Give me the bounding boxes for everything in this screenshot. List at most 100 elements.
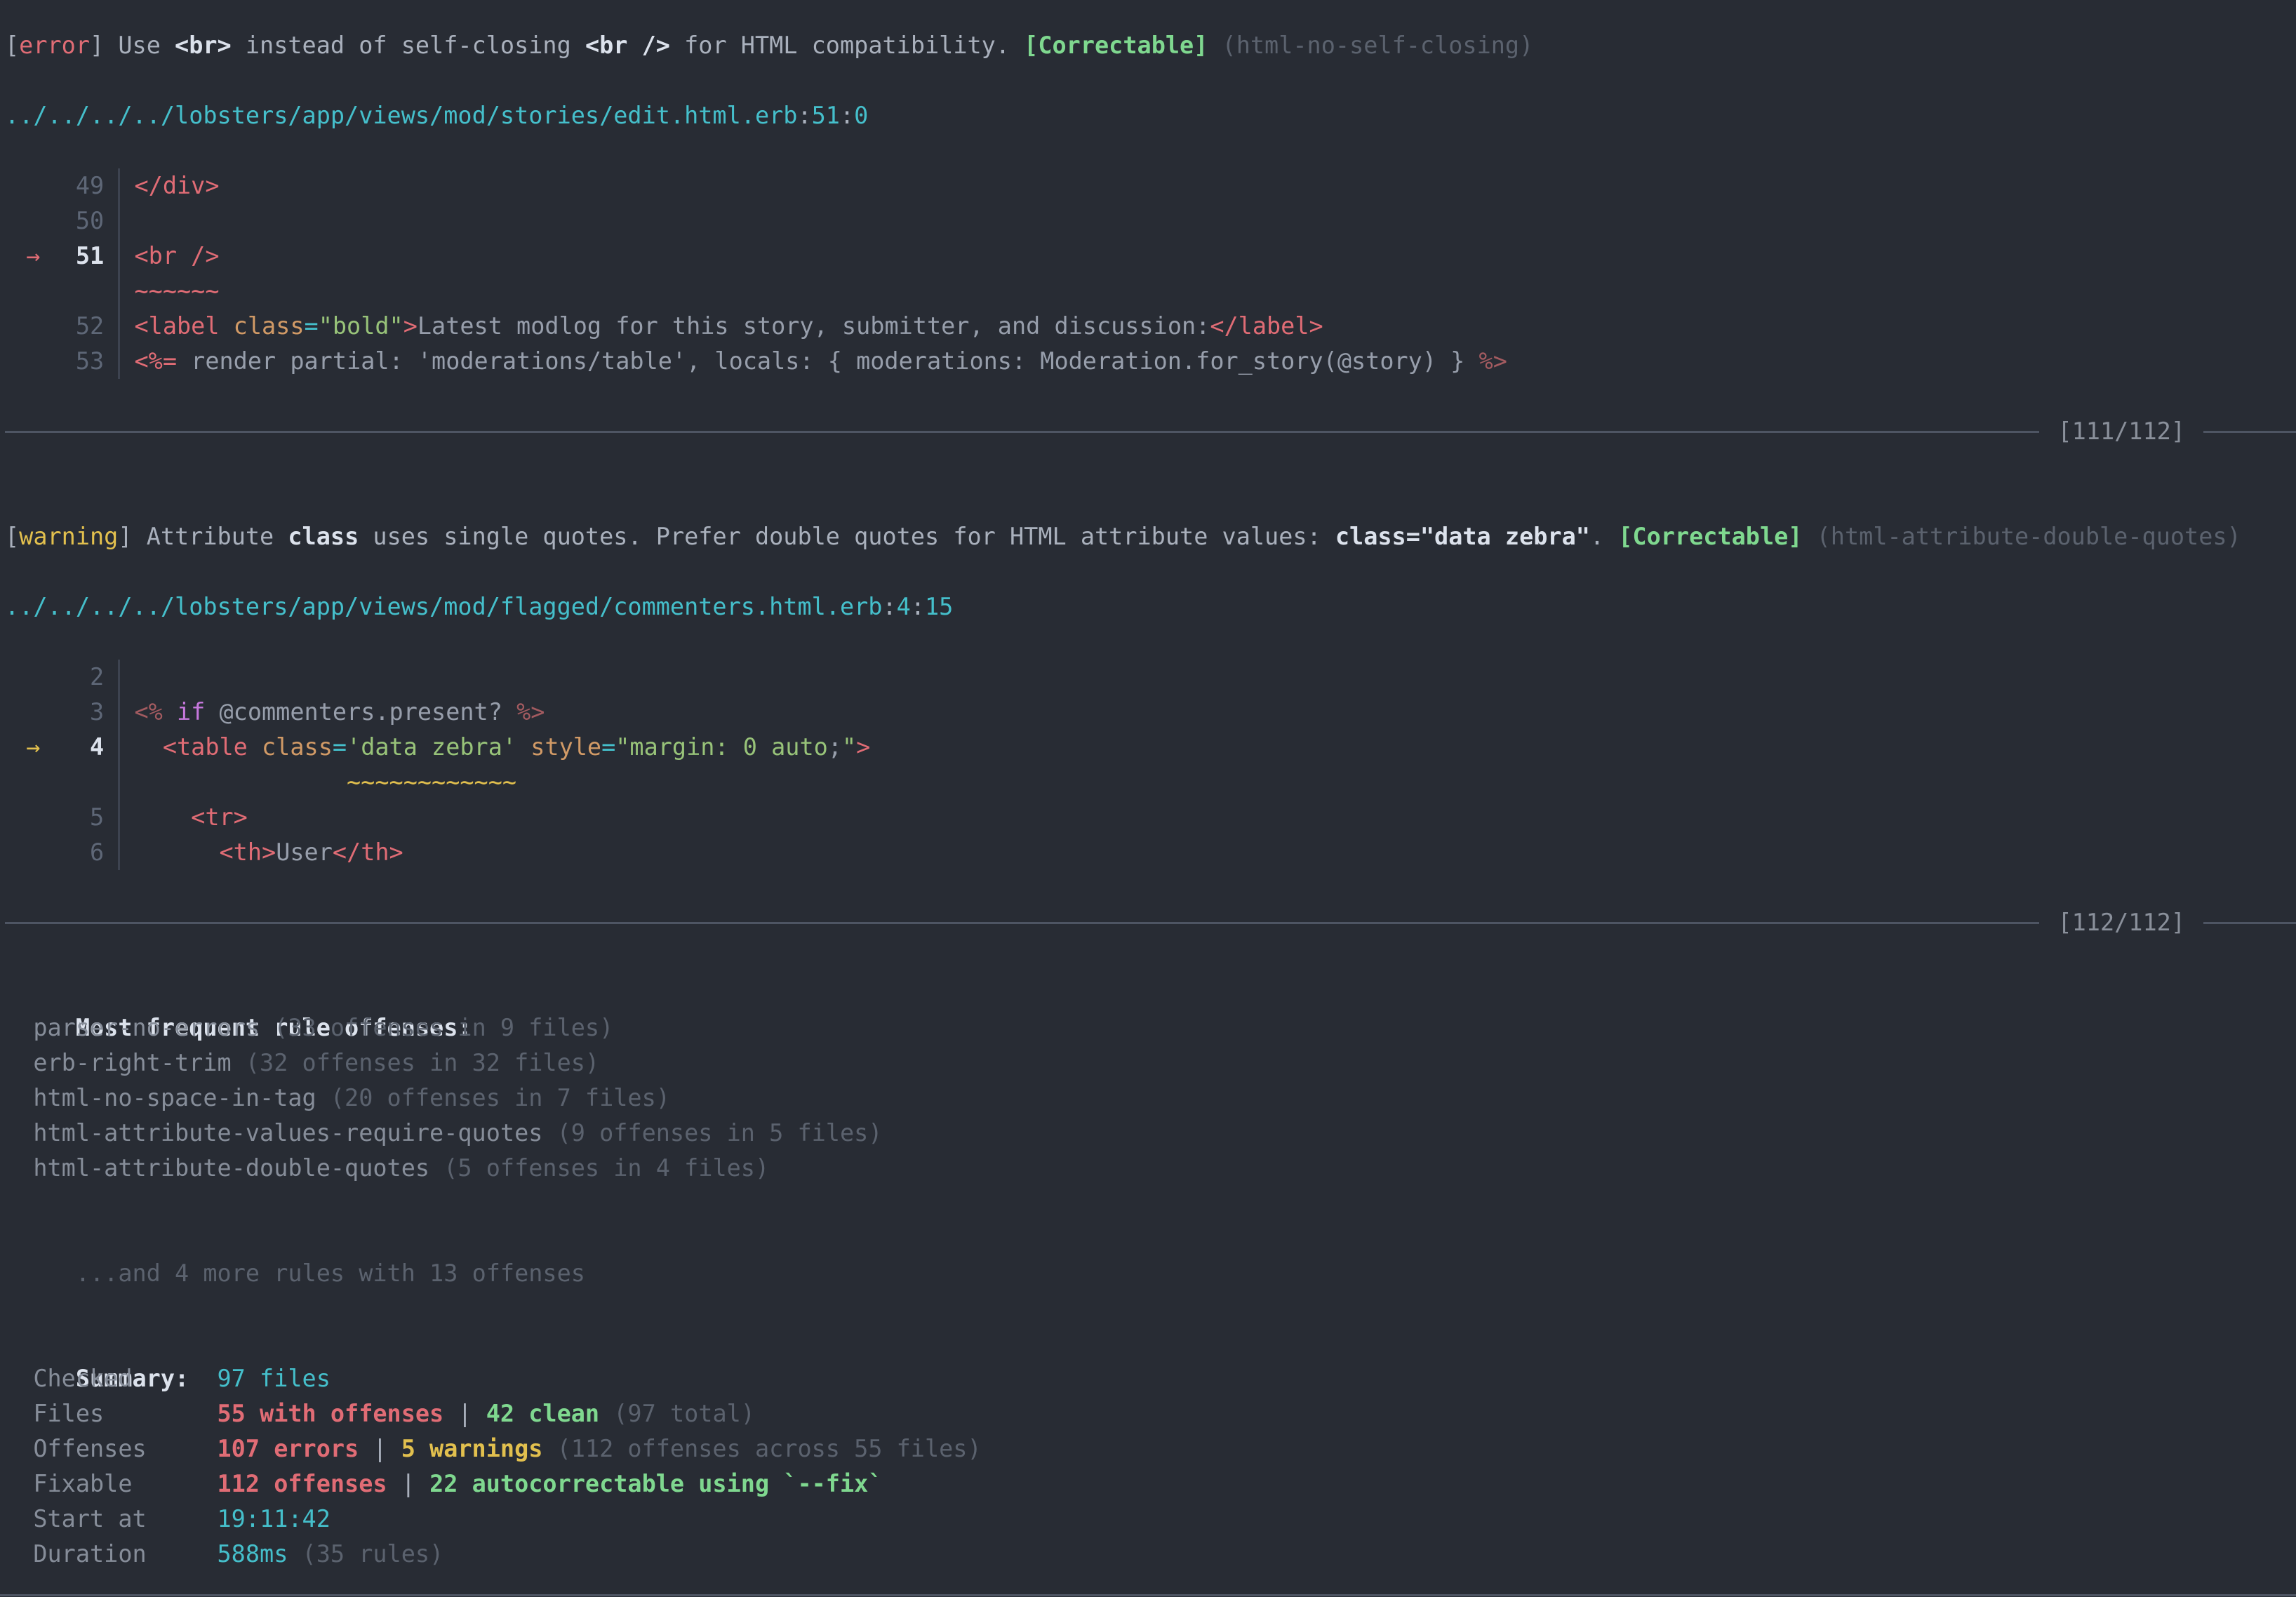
text-segment: @commenters.present? <box>205 698 516 726</box>
summary-row: Files55 with offenses | 42 clean (97 tot… <box>5 1396 2296 1431</box>
progress-separator-2: [112/112] <box>5 905 2296 940</box>
summary-table: Checked97 filesFiles55 with offenses | 4… <box>5 1361 2296 1572</box>
text-segment: (html-attribute-double-quotes) <box>1817 523 2241 550</box>
code-text <box>118 660 2296 695</box>
blank-row <box>5 870 2296 905</box>
file-path-2: ../../../../lobsters/app/views/mod/flagg… <box>5 589 2296 624</box>
code-text: <%= render partial: 'moderations/table',… <box>118 344 2296 379</box>
text-segment: if <box>177 698 205 726</box>
code-line: 6 <th>User</th> <box>5 835 2296 870</box>
code-text <box>118 203 2296 239</box>
text-segment: 4 <box>897 593 911 620</box>
rules-section-title: Most frequent rule offenses: <box>5 975 2296 1010</box>
text-segment: . <box>1590 523 1618 550</box>
text-segment: 588ms <box>218 1540 288 1568</box>
code-snippet-1: 49</div>50→51<br />~~~~~~52<label class=… <box>5 168 2296 379</box>
text-segment <box>134 838 219 866</box>
text-segment: [Correctable] <box>1024 32 1208 59</box>
text-segment: (32 offenses in 32 files) <box>246 1049 599 1076</box>
lint-message-warning: [warning] Attribute class uses single qu… <box>5 519 2296 554</box>
text-segment: 97 files <box>218 1365 331 1392</box>
code-line: 5 <tr> <box>5 800 2296 835</box>
text-segment: User <box>276 838 333 866</box>
code-text: ~~~~~~~~~~~~ <box>118 765 2296 800</box>
text-segment: = <box>305 312 319 340</box>
code-line: →4 <table class='data zebra' style="marg… <box>5 730 2296 765</box>
text-segment: 5 warnings <box>401 1435 543 1462</box>
summary-label: Duration <box>33 1537 217 1572</box>
separator-line <box>2203 431 2296 433</box>
current-line-arrow-icon: → <box>5 730 62 765</box>
text-segment: 22 autocorrectable using `--fix` <box>429 1470 882 1497</box>
text-segment: ~~~~~~~~~~~~ <box>347 768 516 796</box>
text-segment: </div> <box>134 172 219 199</box>
text-segment: html-no-space-in-tag <box>33 1084 316 1111</box>
text-segment: (33 offenses in 9 files) <box>274 1014 613 1041</box>
marker-space <box>5 800 62 835</box>
text-segment: [ <box>5 523 19 550</box>
marker-space <box>5 765 62 800</box>
summary-label: Fixable <box>33 1466 217 1502</box>
text-segment: render partial: 'moderations/table', loc… <box>177 347 1479 375</box>
text-segment: : <box>882 593 896 620</box>
blank-row <box>5 554 2296 589</box>
line-number: 5 <box>62 800 105 835</box>
separator-line <box>2203 922 2296 924</box>
text-segment <box>220 312 234 340</box>
text-segment: | <box>359 1435 401 1462</box>
blank-row <box>5 940 2296 975</box>
text-segment <box>1208 32 1222 59</box>
squiggle-row: ~~~~~~~~~~~~ <box>5 765 2296 800</box>
summary-label: Offenses <box>33 1431 217 1466</box>
text-segment <box>248 733 262 761</box>
summary-row: Start at19:11:42 <box>5 1502 2296 1537</box>
text-segment <box>542 1119 556 1147</box>
text-segment: <%= <box>134 347 177 375</box>
text-segment: erb-right-trim <box>33 1049 231 1076</box>
text-segment <box>163 698 177 726</box>
summary-row: Duration588ms (35 rules) <box>5 1537 2296 1572</box>
code-snippet-2: 23<% if @commenters.present? %>→4 <table… <box>5 660 2296 870</box>
text-segment: <th> <box>220 838 276 866</box>
text-segment: <label <box>134 312 219 340</box>
rules-list: parser-no-errors (33 offenses in 9 files… <box>5 1010 2296 1186</box>
text-segment: ] Attribute <box>118 523 288 550</box>
summary-row: Checked97 files <box>5 1361 2296 1396</box>
rule-offense-item: erb-right-trim (32 offenses in 32 files) <box>5 1045 2296 1081</box>
code-text: <br /> <box>118 239 2296 274</box>
code-line: 53<%= render partial: 'moderations/table… <box>5 344 2296 379</box>
summary-section-title: Summary: <box>5 1326 2296 1361</box>
text-segment: <% <box>134 698 162 726</box>
text-segment: class="data zebra" <box>1335 523 1590 550</box>
offense-counter: [112/112] <box>2057 905 2185 940</box>
code-line: 3<% if @commenters.present? %> <box>5 695 2296 730</box>
text-segment: ../../../../lobsters/app/views/mod/stori… <box>5 102 797 129</box>
code-line: 52<label class="bold">Latest modlog for … <box>5 309 2296 344</box>
code-text: <table class='data zebra' style="margin:… <box>118 730 2296 765</box>
text-segment: [ <box>5 32 19 59</box>
line-number: 3 <box>62 695 105 730</box>
text-segment: class <box>262 733 333 761</box>
text-segment <box>429 1154 443 1182</box>
text-segment: "margin: 0 auto <box>615 733 828 761</box>
text-segment: parser-no-errors <box>33 1014 260 1041</box>
line-number: 6 <box>62 835 105 870</box>
blank-row <box>5 449 2296 484</box>
marker-space <box>5 274 62 309</box>
text-segment: 15 <box>925 593 953 620</box>
text-segment: warning <box>19 523 118 550</box>
text-segment <box>260 1014 274 1041</box>
marker-space <box>5 168 62 203</box>
offense-counter: [111/112] <box>2057 414 2185 449</box>
summary-label: Start at <box>33 1502 217 1537</box>
text-segment: [Correctable] <box>1618 523 1802 550</box>
rules-more-note: ...and 4 more rules with 13 offenses <box>5 1221 2296 1256</box>
code-line: 50 <box>5 203 2296 239</box>
bottom-separator <box>0 1594 2296 1596</box>
text-segment <box>134 768 347 796</box>
text-segment: 107 errors <box>218 1435 359 1462</box>
line-number: 51 <box>62 239 105 274</box>
code-text: </div> <box>118 168 2296 203</box>
text-segment: 'data zebra' <box>347 733 516 761</box>
text-segment: uses single quotes. Prefer double quotes… <box>359 523 1335 550</box>
